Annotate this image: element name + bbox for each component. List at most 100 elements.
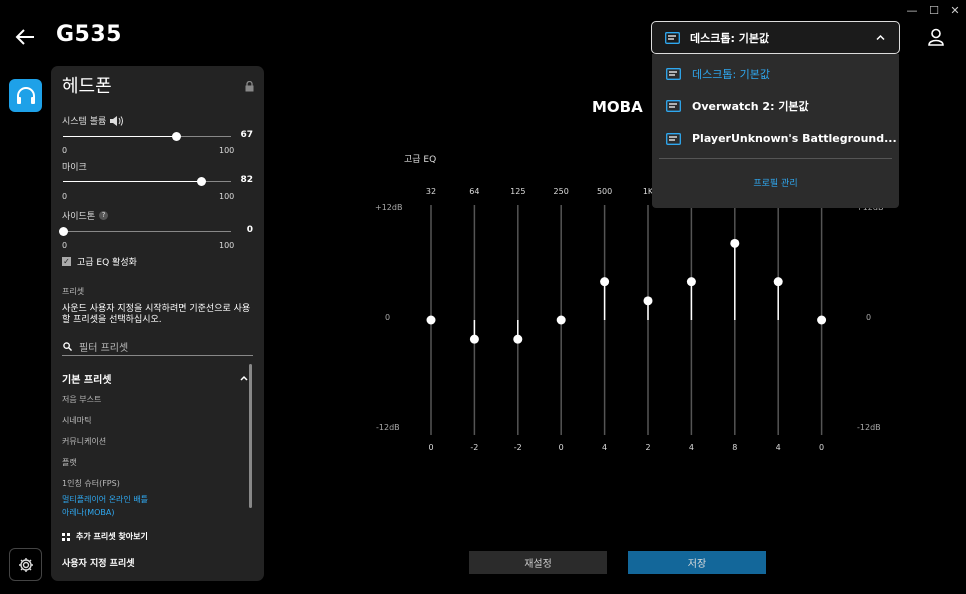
profile-icon	[666, 68, 681, 80]
mic-value: 82	[240, 175, 253, 185]
system-volume-track[interactable]	[63, 132, 231, 141]
more-presets-label: 추가 프리셋 찾아보기	[76, 532, 148, 541]
back-arrow-icon[interactable]	[14, 26, 36, 48]
system-volume-value: 67	[240, 130, 253, 140]
eq-band-knob[interactable]	[773, 277, 783, 287]
eq-gain-label: 0	[559, 443, 564, 452]
sidetone-knob[interactable]	[59, 227, 68, 236]
profile-icon	[665, 31, 680, 44]
eq-band-knob[interactable]	[513, 334, 523, 344]
advanced-eq-toggle[interactable]: ✓ 고급 EQ 활성화	[62, 255, 137, 268]
profile-option-label: Overwatch 2: 기본값	[692, 100, 809, 113]
eq-gain-label: -2	[514, 443, 522, 452]
mic-label: 마이크	[62, 163, 87, 173]
slider-max: 100	[219, 192, 235, 201]
slider-min: 0	[62, 146, 68, 155]
filter-placeholder: 필터 프리셋	[79, 342, 129, 354]
profile-option-label: 데스크톱: 기본값	[692, 68, 771, 81]
preset-item[interactable]: 시네마틱	[62, 415, 91, 426]
gear-icon	[18, 557, 33, 572]
profile-option-pubg[interactable]: PlayerUnknown's Battleground...	[666, 132, 897, 145]
profile-icon	[666, 100, 681, 112]
user-icon[interactable]	[927, 28, 945, 46]
headphone-settings-panel: 헤드폰 시스템 볼륨 67 0 100 마이크 82 0 100 사이드톤 ? …	[51, 66, 264, 581]
sidetone-label: 사이드톤	[62, 212, 96, 222]
mic-track[interactable]	[63, 177, 231, 186]
dropdown-divider	[659, 158, 892, 159]
advanced-eq-checkbox[interactable]: ✓	[62, 257, 71, 266]
preset-filter-input[interactable]: 필터 프리셋	[62, 337, 253, 356]
profile-selector[interactable]: 데스크톱: 기본값	[651, 21, 900, 54]
eq-gain-label: 4	[602, 443, 607, 452]
preset-item[interactable]: 플랫	[62, 457, 77, 468]
eq-gain-label: 0	[428, 443, 433, 452]
db-mid-label: 0	[385, 313, 391, 322]
settings-button[interactable]	[9, 548, 42, 581]
selected-profile: 데스크톱: 기본값	[690, 31, 770, 45]
eq-frequency-label: 32	[426, 187, 436, 196]
save-button[interactable]: 저장	[628, 551, 766, 574]
preset-item[interactable]: 저음 부스트	[62, 394, 101, 405]
chevron-up-icon	[240, 375, 248, 381]
device-name: G535	[56, 22, 122, 47]
slider-min: 0	[62, 241, 68, 250]
help-icon[interactable]: ?	[99, 211, 109, 220]
minimize-button[interactable]: —	[905, 4, 919, 17]
headphones-nav-button[interactable]	[9, 79, 42, 112]
eq-frequency-label: 500	[597, 187, 612, 196]
eq-band-knob[interactable]	[817, 315, 827, 325]
eq-band-knob[interactable]	[600, 277, 610, 287]
search-icon	[63, 341, 72, 351]
basic-presets-title: 기본 프리셋	[62, 375, 112, 386]
eq-band-knob[interactable]	[469, 334, 479, 344]
chevron-up-icon	[876, 34, 885, 41]
system-volume-knob[interactable]	[171, 132, 181, 141]
slider-max: 100	[219, 146, 235, 155]
eq-band-knob[interactable]	[556, 315, 566, 325]
db-bottom-label: -12dB	[376, 423, 400, 432]
eq-band-knob[interactable]	[643, 296, 653, 306]
eq-frequency-label: 64	[469, 187, 479, 196]
eq-band-knob[interactable]	[426, 315, 436, 325]
eq-gain-label: 2	[645, 443, 650, 452]
db-top-label: +12dB	[375, 203, 403, 212]
headphones-icon	[16, 86, 35, 104]
eq-band-knob[interactable]	[730, 238, 740, 248]
preset-scrollbar[interactable]	[249, 364, 252, 508]
mic-slider: 마이크 82 0 100	[62, 160, 253, 205]
lock-icon	[245, 81, 254, 92]
panel-title: 헤드폰	[62, 76, 112, 97]
eq-title: 고급 EQ	[404, 155, 437, 165]
eq-gain-label: 4	[776, 443, 781, 452]
eq-band-sliders: 32064-2125-2250050041K22K44K88K416K0	[426, 187, 830, 452]
mic-knob[interactable]	[196, 177, 206, 186]
advanced-eq-label: 고급 EQ 활성화	[77, 258, 137, 268]
system-volume-label: 시스템 볼륨	[62, 117, 107, 127]
profile-dropdown-menu: 데스크톱: 기본값 Overwatch 2: 기본값 PlayerUnknown…	[652, 54, 899, 208]
eq-gain-label: -2	[470, 443, 478, 452]
slider-min: 0	[62, 192, 68, 201]
system-volume-slider: 시스템 볼륨 67 0 100	[62, 114, 253, 159]
presets-description: 사운드 사용자 지정을 시작하려면 기준선으로 사용할 프리셋을 선택하십시오.	[62, 304, 251, 325]
maximize-button[interactable]: ☐	[927, 4, 941, 17]
browse-more-presets-link[interactable]: 추가 프리셋 찾아보기	[62, 531, 148, 542]
sidetone-track[interactable]	[59, 227, 231, 236]
speaker-icon	[110, 115, 124, 126]
manage-profiles-link[interactable]: 프로필 관리	[652, 176, 899, 189]
profile-option-label: PlayerUnknown's Battleground...	[692, 132, 897, 145]
preset-item[interactable]: 멀티플레이어 온라인 배틀	[62, 494, 148, 505]
sidetone-value: 0	[246, 225, 253, 235]
close-button[interactable]: ✕	[948, 4, 962, 17]
preset-item[interactable]: 아레나(MOBA)	[62, 507, 114, 518]
profile-option-desktop[interactable]: 데스크톱: 기본값	[666, 66, 770, 82]
custom-presets-header[interactable]: 사용자 지정 프리셋	[62, 556, 135, 569]
preset-item[interactable]: 커뮤니케이션	[62, 436, 106, 447]
eq-band-knob[interactable]	[686, 277, 696, 287]
basic-presets-header[interactable]: 기본 프리셋	[62, 371, 248, 386]
preset-item[interactable]: 1인칭 슈터(FPS)	[62, 478, 120, 489]
current-preset-name: MOBA	[592, 98, 643, 116]
eq-gain-label: 4	[689, 443, 694, 452]
profile-option-overwatch[interactable]: Overwatch 2: 기본값	[666, 98, 809, 114]
reset-button[interactable]: 재설정	[469, 551, 607, 574]
grid-icon	[62, 532, 70, 541]
